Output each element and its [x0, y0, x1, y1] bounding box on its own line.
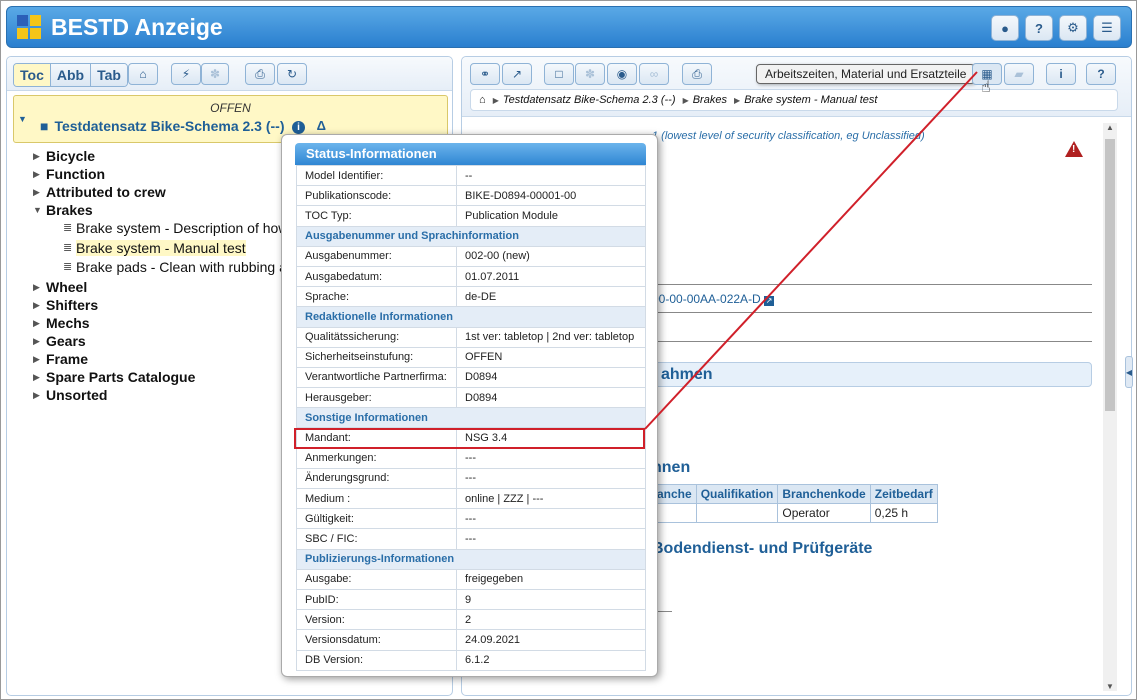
- mouse-cursor-icon: ☝: [981, 79, 991, 96]
- annotation-line: [644, 71, 978, 430]
